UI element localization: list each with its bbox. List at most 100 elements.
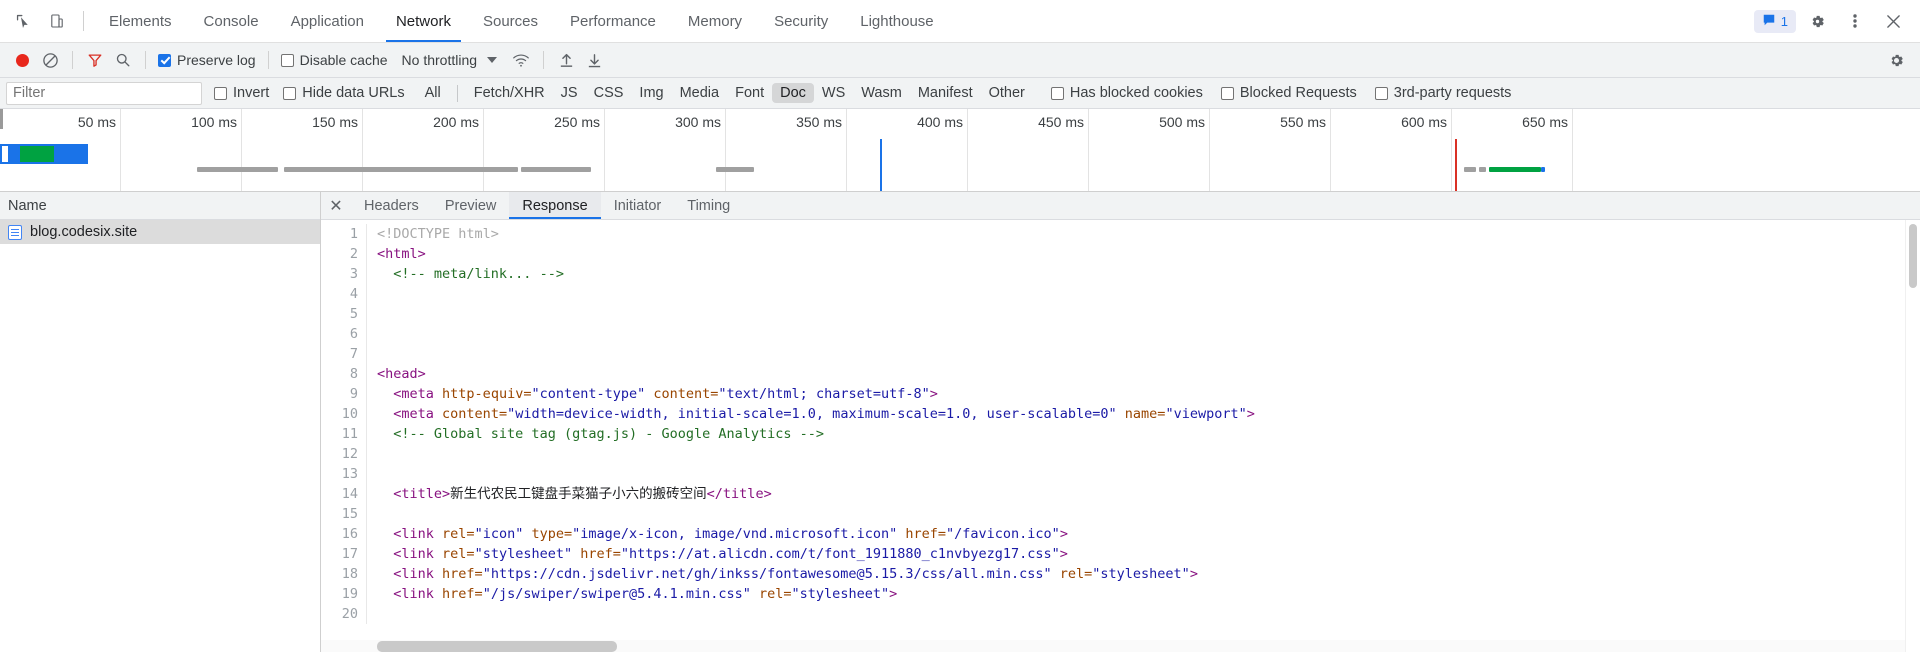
close-icon[interactable]: ✕ — [321, 192, 351, 219]
code-line: 16 <link rel="icon" type="image/x-icon, … — [321, 524, 1905, 544]
type-filter-font[interactable]: Font — [727, 83, 772, 103]
disable-cache-checkbox[interactable]: Disable cache — [280, 52, 388, 68]
type-filter-js[interactable]: JS — [553, 83, 586, 103]
timeline-tick-label: 550 ms — [1280, 114, 1326, 130]
timeline-tick: 300 ms — [605, 109, 726, 191]
tab-network[interactable]: Network — [380, 0, 467, 42]
source-code[interactable]: 1 <!DOCTYPE html> 2 <html> 3 <!-- meta/link.… — [321, 220, 1905, 652]
tab-security[interactable]: Security — [758, 0, 844, 42]
type-filter-media[interactable]: Media — [672, 83, 728, 103]
timeline-tick: 400 ms — [847, 109, 968, 191]
code-token: rel= — [442, 546, 475, 562]
close-icon[interactable] — [1876, 4, 1910, 38]
tab-headers[interactable]: Headers — [351, 192, 432, 219]
vertical-scrollbar-track[interactable] — [1905, 220, 1920, 652]
clear-button[interactable] — [36, 47, 64, 73]
tab-preview[interactable]: Preview — [432, 192, 510, 219]
code-line: 11 <!-- Global site tag (gtag.js) - Goog… — [321, 424, 1905, 444]
code-line-content: <!-- meta/link... --> — [377, 264, 564, 284]
timeline-ruler: 50 ms 100 ms 150 ms 200 ms 250 ms 300 ms 350 m… — [0, 109, 1920, 191]
code-line: 6 — [321, 324, 1905, 344]
type-filter-css[interactable]: CSS — [586, 83, 632, 103]
code-token: content= — [645, 386, 719, 402]
code-line: 8 <head> — [321, 364, 1905, 384]
tab-response[interactable]: Response — [509, 192, 601, 219]
tab-label: Preview — [444, 197, 497, 214]
line-number: 4 — [321, 284, 367, 304]
checkbox-box — [214, 86, 227, 100]
inspect-cursor-icon[interactable] — [6, 4, 40, 38]
code-line-content: <link rel="icon" type="image/x-icon, ima… — [377, 524, 1068, 544]
timeline-tick: 600 ms — [1331, 109, 1452, 191]
tab-sources[interactable]: Sources — [467, 0, 554, 42]
tab-lighthouse[interactable]: Lighthouse — [844, 0, 949, 42]
tab-elements[interactable]: Elements — [93, 0, 188, 42]
tab-label: Timing — [687, 197, 731, 214]
horizontal-scrollbar-thumb[interactable] — [377, 641, 617, 652]
code-token: "https://at.alicdn.com/t/font_1911880_c1… — [620, 546, 1060, 562]
column-header-name: Name — [8, 197, 47, 214]
code-token: <link — [393, 546, 443, 562]
type-filter-all[interactable]: All — [417, 83, 449, 103]
tab-console[interactable]: Console — [188, 0, 275, 42]
network-overview-timeline[interactable]: 50 ms 100 ms 150 ms 200 ms 250 ms 300 ms 350 m… — [0, 109, 1920, 192]
type-filter-fetch-xhr[interactable]: Fetch/XHR — [466, 83, 553, 103]
import-har-icon[interactable] — [552, 47, 580, 73]
code-line-content: <link href="https://cdn.jsdelivr.net/gh/… — [377, 564, 1198, 584]
request-list-header: Name — [0, 192, 320, 220]
tab-label: Sources — [482, 12, 539, 30]
throttling-dropdown[interactable]: No throttling — [402, 52, 498, 68]
type-filter-manifest[interactable]: Manifest — [910, 83, 981, 103]
search-icon[interactable] — [109, 47, 137, 73]
record-button[interactable] — [8, 47, 36, 73]
line-number: 17 — [321, 544, 367, 564]
code-line: 19 <link href="/js/swiper/swiper@5.4.1.m… — [321, 584, 1905, 604]
network-settings-gear-icon[interactable] — [1882, 47, 1910, 73]
tab-timing[interactable]: Timing — [674, 192, 743, 219]
type-filter-img[interactable]: Img — [631, 83, 671, 103]
kebab-menu-icon[interactable] — [1838, 4, 1872, 38]
export-har-icon[interactable] — [580, 47, 608, 73]
table-row[interactable]: blog.codesix.site — [0, 220, 320, 244]
tab-application[interactable]: Application — [275, 0, 380, 42]
type-filter-other[interactable]: Other — [981, 83, 1033, 103]
filter-input[interactable]: Filter — [6, 81, 202, 105]
timeline-request-bar — [1489, 167, 1541, 172]
code-token: > — [889, 586, 898, 602]
preserve-log-checkbox[interactable]: Preserve log — [158, 52, 256, 68]
filter-button[interactable] — [81, 47, 109, 73]
tab-performance[interactable]: Performance — [554, 0, 672, 42]
chevron-down-icon — [487, 57, 498, 63]
hide-data-urls-checkbox[interactable]: Hide data URLs — [283, 85, 405, 101]
network-conditions-icon[interactable] — [507, 47, 535, 73]
resource-type-filters: All Fetch/XHR JS CSS Img Media Font Doc … — [417, 83, 1033, 103]
invert-checkbox[interactable]: Invert — [214, 85, 269, 101]
code-line: 18 <link href="https://cdn.jsdelivr.net/… — [321, 564, 1905, 584]
code-token: "content-type" — [531, 386, 646, 402]
type-filter-wasm[interactable]: Wasm — [853, 83, 910, 103]
timeline-selection[interactable] — [0, 144, 88, 164]
has-blocked-cookies-checkbox[interactable]: Has blocked cookies — [1050, 85, 1203, 101]
vertical-scrollbar-thumb[interactable] — [1909, 224, 1917, 288]
timeline-tick-label: 500 ms — [1159, 114, 1205, 130]
network-toolbar-right — [1882, 47, 1912, 73]
type-filter-ws[interactable]: WS — [814, 83, 853, 103]
device-toolbar-icon[interactable] — [40, 4, 74, 38]
blocked-requests-checkbox[interactable]: Blocked Requests — [1220, 85, 1357, 101]
preserve-log-label: Preserve log — [177, 52, 256, 68]
code-token: rel= — [442, 526, 475, 542]
message-count-badge[interactable]: 1 — [1753, 9, 1796, 33]
third-party-requests-checkbox[interactable]: 3rd-party requests — [1374, 85, 1511, 101]
tab-label: Application — [290, 12, 364, 30]
tab-initiator[interactable]: Initiator — [601, 192, 675, 219]
gear-icon[interactable] — [1800, 4, 1834, 38]
selection-handle[interactable] — [2, 146, 9, 162]
line-number: 9 — [321, 384, 367, 404]
type-filter-doc[interactable]: Doc — [772, 83, 814, 103]
code-token: <!-- meta/link... --> — [393, 266, 564, 282]
type-label: Other — [988, 85, 1025, 101]
tab-memory[interactable]: Memory — [672, 0, 758, 42]
